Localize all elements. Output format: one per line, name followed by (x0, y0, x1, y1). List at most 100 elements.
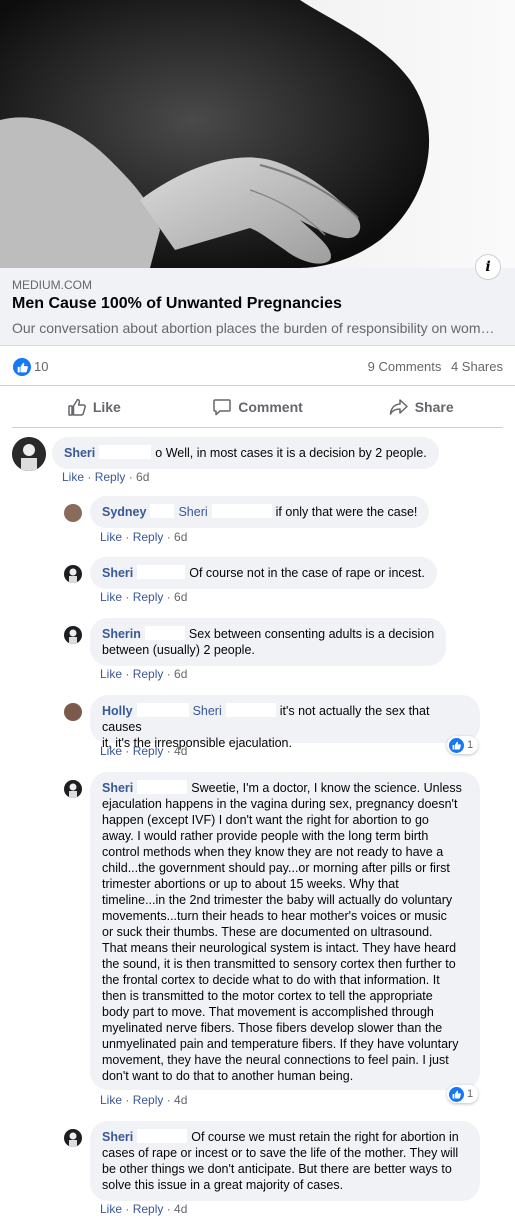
comment-text-line: That means their neurological system is … (102, 941, 457, 955)
share-button-label: Share (414, 398, 454, 415)
comment-time[interactable]: 6d (174, 667, 187, 681)
comment-text-line: between (usually) 2 people. (102, 643, 255, 657)
comment-meta: Like · Reply · 4d (100, 744, 188, 758)
comment-text: if only that were the case! (275, 505, 418, 519)
comment-reply-link[interactable]: Reply (133, 530, 164, 544)
comment-text-line: movements...turn their heads to hear mot… (102, 909, 447, 923)
comment-reply-link[interactable]: Reply (133, 1202, 164, 1216)
comment-like-link[interactable]: Like (100, 667, 122, 681)
comment-text-line: trimester abortions or up to about 15 we… (102, 877, 399, 891)
link-preview[interactable]: MEDIUM.COM Men Cause 100% of Unwanted Pr… (0, 268, 515, 346)
comment-text: Of course not in the case of rape or inc… (189, 566, 425, 580)
comment-meta: Like · Reply · 6d (100, 667, 188, 681)
comment-like-link[interactable]: Like (100, 1202, 122, 1216)
redaction (99, 445, 152, 459)
comment-reply-link[interactable]: Reply (133, 667, 164, 681)
comment-time[interactable]: 6d (136, 470, 149, 484)
comment-icon (213, 398, 231, 415)
like-reaction-icon[interactable] (13, 358, 31, 376)
comment-author[interactable]: Sydney (102, 505, 146, 519)
comment-like-link[interactable]: Like (100, 1093, 122, 1107)
comment-like-link[interactable]: Like (100, 744, 122, 758)
comment-text-line: happen (except IVF) I don't want the rig… (102, 813, 429, 827)
comment-bubble: Sheri Of course we must retain the right … (90, 1121, 480, 1201)
comment-time[interactable]: 4d (174, 1093, 187, 1107)
comment-author[interactable]: Sheri (64, 446, 95, 460)
comment-time[interactable]: 6d (174, 530, 187, 544)
pregnant-belly-photo (0, 0, 515, 268)
like-reaction-icon (449, 737, 464, 753)
reaction-count: 1 (467, 1088, 474, 1100)
comment-bubble: Sheri Sweetie, I'm a doctor, I know the s… (90, 772, 480, 1090)
comment-meta: Like · Reply · 6d (100, 530, 188, 544)
redaction (150, 504, 175, 518)
comment-text-line: unmyelinated pain and temperature fibers… (102, 1037, 459, 1051)
comment-text-line: don't want to do that to another human b… (102, 1069, 354, 1083)
comment-meta: Like · Reply · 4d (100, 1202, 188, 1216)
comment-reactions[interactable]: 1 (447, 736, 479, 754)
info-icon[interactable]: i (475, 254, 501, 280)
comment-bubble: Sherin Sex between consenting adults is a… (90, 618, 447, 666)
redaction (137, 780, 188, 794)
comment-button[interactable]: Comment (176, 386, 340, 427)
comment-text-line: solve this issue in a great majority of … (102, 1178, 344, 1192)
reaction-stats: 10 9 Comments 4 Shares (0, 346, 515, 386)
avatar[interactable] (64, 626, 82, 644)
comment-author[interactable]: Sheri (102, 1130, 133, 1144)
like-count[interactable]: 10 (34, 359, 48, 374)
comment-text-line: cases of rape or incest or to save the l… (102, 1146, 459, 1160)
like-button[interactable]: Like (12, 386, 176, 427)
comment-author[interactable]: Sherin (102, 627, 141, 641)
comment-mention[interactable]: Sheri (178, 505, 207, 519)
comment-text-line: body part to move. That movement is acco… (102, 1005, 434, 1019)
comment-like-link[interactable]: Like (62, 470, 84, 484)
comment-like-link[interactable]: Like (100, 530, 122, 544)
comment-text-line: then is transmitted to the motor cortex … (102, 989, 433, 1003)
comment-time[interactable]: 4d (174, 744, 187, 758)
comment-mention[interactable]: Sheri (193, 704, 222, 718)
comment-time[interactable]: 4d (174, 1202, 187, 1216)
comment-text-line: child...the government should pay...or m… (102, 861, 450, 875)
redaction (136, 703, 189, 717)
article-image[interactable] (0, 0, 515, 268)
avatar[interactable] (64, 504, 82, 522)
avatar[interactable] (64, 565, 82, 583)
comment-text-line: Sweetie, I'm a doctor, I know the scienc… (191, 781, 462, 795)
comment-bubble: Sydney Sheri if only that were the case! (90, 496, 430, 528)
comment-author[interactable]: Holly (102, 704, 133, 718)
comment-author[interactable]: Sheri (102, 781, 133, 795)
share-button[interactable]: Share (339, 386, 503, 427)
redaction (225, 703, 276, 717)
shares-count[interactable]: 4 Shares (451, 359, 503, 374)
like-reaction-icon (449, 1086, 464, 1102)
comments-count[interactable]: 9 Comments (368, 359, 442, 374)
comment-text-line: ejaculation happens in the vagina during… (102, 797, 458, 811)
comment-text-line: myelinated nerve fibers. Those fibers de… (102, 1021, 443, 1035)
comment-bubble: Sheri o Well, in most cases it is a decis… (52, 437, 439, 469)
comment-reply-link[interactable]: Reply (133, 590, 164, 604)
avatar[interactable] (64, 780, 82, 798)
avatar[interactable] (64, 1129, 82, 1147)
author-tail: o (155, 446, 163, 460)
comment-reply-link[interactable]: Reply (133, 1093, 164, 1107)
comment-text-line: movement, they have the neural connectio… (102, 1053, 449, 1067)
like-button-label: Like (92, 398, 121, 415)
comment-time[interactable]: 6d (174, 590, 187, 604)
comment-text-line: timeline...in the 2nd trimester the baby… (102, 893, 453, 907)
comment-author[interactable]: Sheri (102, 566, 133, 580)
comment-text-line: Of course we must retain the right for a… (191, 1130, 459, 1144)
comment-reply-link[interactable]: Reply (133, 744, 164, 758)
comment-meta: Like · Reply · 4d (100, 1093, 188, 1107)
avatar[interactable] (64, 703, 82, 721)
comment-meta: Like · Reply · 6d (100, 590, 188, 604)
comment-text-line: Sex between consenting adults is a decis… (188, 627, 435, 641)
comment-like-link[interactable]: Like (100, 590, 122, 604)
comment-reactions[interactable]: 1 (447, 1085, 479, 1103)
redaction (137, 565, 186, 579)
link-title[interactable]: Men Cause 100% of Unwanted Pregnancies (12, 295, 342, 313)
action-bar: Like Comment Share (12, 386, 503, 428)
redaction (211, 504, 272, 518)
avatar[interactable] (12, 437, 46, 471)
reaction-count: 1 (467, 739, 474, 751)
comment-reply-link[interactable]: Reply (95, 470, 126, 484)
